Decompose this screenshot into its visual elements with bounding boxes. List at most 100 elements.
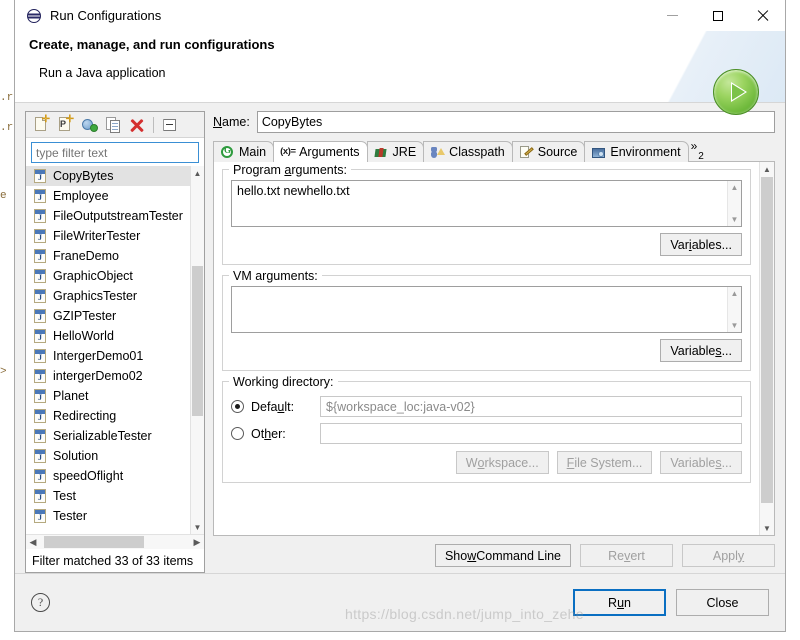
tab-source[interactable]: Source xyxy=(511,141,586,162)
tab-environment[interactable]: Environment xyxy=(584,141,689,162)
list-item[interactable]: J GraphicsTester xyxy=(26,286,190,306)
export-configuration-icon[interactable] xyxy=(78,114,100,136)
scroll-right-icon[interactable]: ▶ xyxy=(190,537,204,548)
list-item[interactable]: J FraneDemo xyxy=(26,246,190,266)
tab-overflow-button[interactable]: » 2 xyxy=(688,139,709,162)
list-item[interactable]: J intergerDemo02 xyxy=(26,366,190,386)
list-item[interactable]: J Test xyxy=(26,486,190,506)
list-item[interactable]: J speedOflight xyxy=(26,466,190,486)
program-arguments-label: Program arguments: xyxy=(229,163,351,177)
vm-arguments-group: VM arguments: ▲ ▼ Variable s... xyxy=(222,269,751,371)
list-item[interactable]: J GraphicObject xyxy=(26,266,190,286)
scroll-down-icon[interactable]: ▼ xyxy=(191,520,204,534)
vm-arguments-field[interactable]: ▲ ▼ xyxy=(231,286,742,333)
working-directory-actions: Wo rkspace... File System... Variable s... xyxy=(231,451,742,474)
scroll-up-icon[interactable]: ▲ xyxy=(731,289,739,298)
scroll-up-icon[interactable]: ▲ xyxy=(760,162,774,176)
list-item[interactable]: J Employee xyxy=(26,186,190,206)
java-class-icon: J xyxy=(34,389,47,403)
collapse-all-icon[interactable] xyxy=(159,114,181,136)
tab-label: Classpath xyxy=(449,145,505,159)
list-item-label: speedOflight xyxy=(53,469,124,483)
tab-arguments[interactable]: (x)= Arguments xyxy=(273,141,368,162)
list-item[interactable]: J GZIPTester xyxy=(26,306,190,326)
scrollbar-thumb[interactable] xyxy=(761,177,773,503)
scroll-down-icon[interactable]: ▼ xyxy=(731,215,739,224)
list-item-label: Test xyxy=(53,489,76,503)
tab-label: Environment xyxy=(610,145,681,159)
file-system-button[interactable]: File System... xyxy=(556,451,653,474)
list-horizontal-scrollbar[interactable]: ◀ ▶ xyxy=(26,534,204,549)
list-item[interactable]: J HelloWorld xyxy=(26,326,190,346)
run-button[interactable]: Run xyxy=(573,589,666,616)
revert-button[interactable]: Re v ert xyxy=(580,544,673,567)
list-item[interactable]: J CopyBytes xyxy=(26,166,190,186)
program-arguments-field[interactable]: hello.txt newhello.txt ▲ ▼ xyxy=(231,180,742,227)
vm-arguments-label: VM arguments: xyxy=(229,269,322,283)
help-question-icon[interactable]: ? xyxy=(31,593,50,612)
java-class-icon: J xyxy=(34,349,47,363)
filter-input[interactable] xyxy=(31,142,199,163)
scroll-down-icon[interactable]: ▼ xyxy=(731,321,739,330)
scroll-up-icon[interactable]: ▲ xyxy=(191,166,204,180)
working-directory-group: Working directory: Default: ${workspace_… xyxy=(222,375,751,483)
vm-arguments-scrollbar[interactable]: ▲ ▼ xyxy=(727,287,741,332)
list-item[interactable]: J IntergerDemo01 xyxy=(26,346,190,366)
program-arguments-scrollbar[interactable]: ▲ ▼ xyxy=(727,181,741,226)
backdrop-text: > xyxy=(0,366,7,378)
close-window-button[interactable] xyxy=(740,0,785,31)
list-item-label: intergerDemo02 xyxy=(53,369,143,383)
java-class-icon: J xyxy=(34,369,47,383)
workspace-button[interactable]: Wo rkspace... xyxy=(455,451,549,474)
vm-arguments-value[interactable] xyxy=(232,287,741,332)
program-variables-button[interactable]: Var i ables... xyxy=(660,233,742,256)
apply-button[interactable]: Appl y xyxy=(682,544,775,567)
tab-content-scrollbar[interactable]: ▲ ▼ xyxy=(759,162,774,535)
tab-overflow-chevron-icon: » xyxy=(690,139,698,153)
delete-configuration-icon[interactable] xyxy=(126,114,148,136)
list-item[interactable]: J Planet xyxy=(26,386,190,406)
tab-jre[interactable]: JRE xyxy=(366,141,425,162)
list-item[interactable]: J Solution xyxy=(26,446,190,466)
list-item-label: SerializableTester xyxy=(53,429,152,443)
new-prototype-icon[interactable]: P ✛ xyxy=(54,114,76,136)
list-item[interactable]: J FileOutputstreamTester xyxy=(26,206,190,226)
program-arguments-value[interactable]: hello.txt newhello.txt xyxy=(232,181,741,226)
name-input[interactable] xyxy=(256,111,775,133)
tab-strip: Main (x)= Arguments JRE Classpath Source xyxy=(213,140,775,162)
list-item[interactable]: J Redirecting xyxy=(26,406,190,426)
configurations-list[interactable]: J CopyBytes J Employee J FileOutputstrea… xyxy=(26,166,204,534)
list-item[interactable]: J Tester xyxy=(26,506,190,526)
close-button[interactable]: Close xyxy=(676,589,769,616)
list-vertical-scrollbar[interactable]: ▲ ▼ xyxy=(190,166,204,534)
show-command-line-button[interactable]: Sho w Command Line xyxy=(434,544,571,567)
program-arguments-actions: Var i ables... xyxy=(231,233,742,256)
working-directory-other-input[interactable] xyxy=(320,423,742,444)
run-configurations-dialog: Run Configurations Create, manage, and r… xyxy=(14,0,786,632)
scroll-left-icon[interactable]: ◀ xyxy=(26,537,40,548)
java-class-icon: J xyxy=(34,489,47,503)
working-directory-variables-button[interactable]: Variable s... xyxy=(660,451,742,474)
scrollbar-thumb[interactable] xyxy=(192,266,203,416)
list-item-label: GraphicObject xyxy=(53,269,133,283)
footer-buttons: Run Close xyxy=(573,589,769,616)
tab-classpath[interactable]: Classpath xyxy=(423,141,513,162)
hscrollbar-thumb[interactable] xyxy=(44,536,144,548)
minimize-button[interactable] xyxy=(650,0,695,31)
scroll-up-icon[interactable]: ▲ xyxy=(731,183,739,192)
maximize-button[interactable] xyxy=(695,0,740,31)
configurations-list-items: J CopyBytes J Employee J FileOutputstrea… xyxy=(26,166,190,534)
scroll-down-icon[interactable]: ▼ xyxy=(760,521,774,535)
list-item-label: Tester xyxy=(53,509,88,523)
list-item[interactable]: J FileWriterTester xyxy=(26,226,190,246)
vm-variables-button[interactable]: Variable s... xyxy=(660,339,742,362)
java-class-icon: J xyxy=(34,469,47,483)
working-directory-default-radio[interactable] xyxy=(231,400,244,413)
list-item[interactable]: J SerializableTester xyxy=(26,426,190,446)
tab-main[interactable]: Main xyxy=(213,141,275,162)
list-item-label: Planet xyxy=(53,389,89,403)
duplicate-configuration-icon[interactable] xyxy=(102,114,124,136)
new-configuration-icon[interactable]: ✛ xyxy=(30,114,52,136)
environment-tab-icon xyxy=(591,145,606,160)
working-directory-other-radio[interactable] xyxy=(231,427,244,440)
